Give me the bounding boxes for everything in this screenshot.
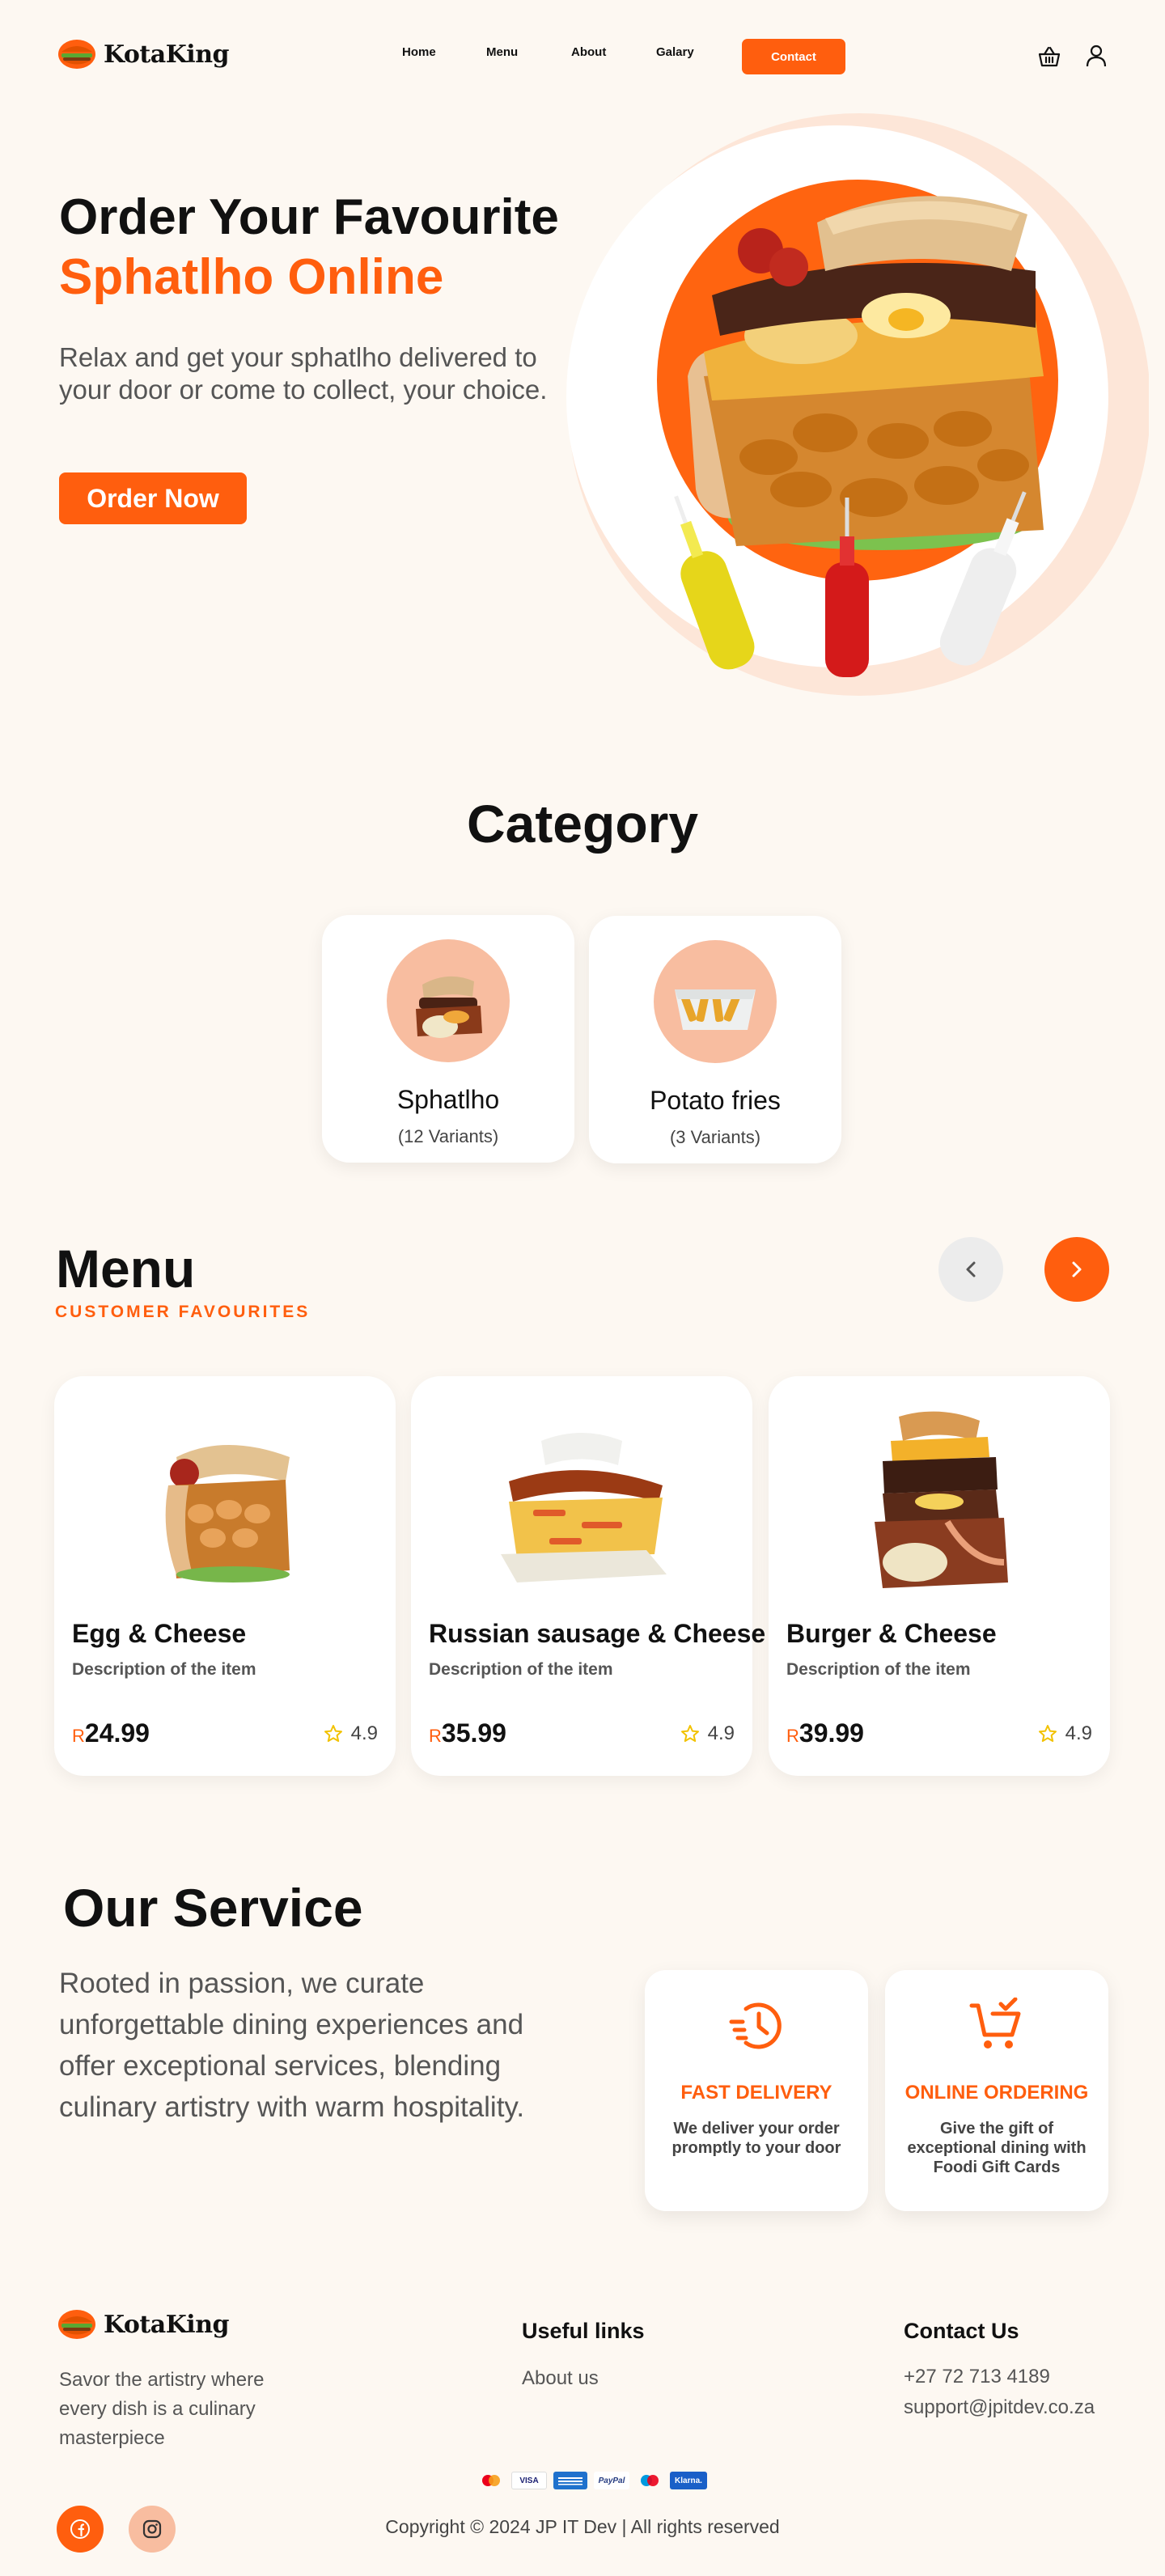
category-count: (3 Variants): [669, 1127, 761, 1147]
category-card-potato-fries[interactable]: Potato fries (3 Variants): [589, 916, 841, 1163]
nav-galary[interactable]: Galary: [656, 45, 694, 59]
currency-symbol: R: [786, 1726, 799, 1746]
menu-item-image: [54, 1376, 396, 1619]
contact-phone[interactable]: +27 72 713 4189: [904, 2366, 1050, 2388]
contact-button[interactable]: Contact: [742, 39, 845, 74]
contact-title: Contact Us: [904, 2319, 1019, 2343]
star-icon: [1038, 1724, 1057, 1742]
cart-check-icon: [969, 1998, 1021, 2049]
paypal-icon: PayPal: [594, 2472, 629, 2489]
brand-name: KotaKing: [104, 2310, 229, 2339]
brand-logo[interactable]: KotaKing: [57, 37, 229, 71]
currency-symbol: R: [72, 1726, 85, 1746]
hero-title-line2: Sphatlho Online: [59, 249, 444, 305]
burger-logo-icon: [58, 2310, 95, 2339]
rating-value: 4.9: [707, 1722, 735, 1744]
service-text: Rooted in passion, we curate unforgettab…: [59, 1968, 525, 2123]
menu-item-rating: 4.9: [324, 1722, 378, 1745]
service-card-description: We deliver your order promptly to your d…: [671, 2120, 841, 2157]
burger-logo-icon: [58, 40, 95, 69]
category-name: Sphatlho: [396, 1085, 500, 1114]
menu-item-image: [411, 1376, 752, 1619]
menu-item-name: Egg & Cheese: [72, 1619, 247, 1648]
payment-methods: VISA PayPal Klarna.: [477, 2472, 707, 2489]
menu-item-description: Description of the item: [429, 1660, 613, 1679]
star-icon: [324, 1724, 342, 1742]
category-image-fries: [654, 940, 777, 1063]
price-value: 35.99: [441, 1718, 506, 1748]
menu-item-rating: 4.9: [1038, 1722, 1092, 1745]
menu-item-price: R39.99: [786, 1718, 864, 1748]
brand-name: KotaKing: [104, 40, 229, 69]
nav-menu[interactable]: Menu: [486, 45, 518, 59]
menu-prev-button[interactable]: [938, 1237, 1003, 1302]
copyright-text: Copyright © 2024 JP IT Dev | All rights …: [385, 2516, 780, 2537]
price-value: 39.99: [799, 1718, 864, 1748]
service-card-title: ONLINE ORDERING: [904, 2082, 1089, 2104]
service-card-title: FAST DELIVERY: [680, 2082, 832, 2104]
footer-logo[interactable]: KotaKing: [57, 2307, 229, 2341]
contact-email[interactable]: support@jpitdev.co.za: [904, 2396, 1095, 2419]
category-title: Category: [466, 794, 699, 854]
hero-title-line1: Order Your Favourite: [59, 189, 559, 245]
category-card-sphatlho[interactable]: Sphatlho (12 Variants): [322, 915, 574, 1163]
menu-title: Menu: [56, 1239, 196, 1299]
hero-title: Order Your Favourite Sphatlho Online: [59, 188, 625, 307]
hero-subtitle: Relax and get your sphatlho delivered to…: [59, 342, 548, 405]
category-count: (12 Variants): [397, 1126, 499, 1146]
menu-subtitle: CUSTOMER FAVOURITES: [55, 1303, 311, 1321]
clock-delivery-icon: [729, 2002, 782, 2049]
klarna-icon: Klarna.: [670, 2472, 707, 2489]
rating-value: 4.9: [1065, 1722, 1092, 1744]
category-name: Potato fries: [650, 1086, 781, 1115]
user-icon[interactable]: [1082, 42, 1110, 70]
footer-tagline: Savor the artistry where every dish is a…: [59, 2369, 265, 2449]
visa-icon: VISA: [511, 2472, 547, 2489]
menu-card[interactable]: Burger & Cheese Description of the item …: [769, 1376, 1110, 1776]
service-card-ordering: ONLINE ORDERING Give the gift of excepti…: [885, 1970, 1108, 2211]
hero-food-image: [566, 113, 1149, 696]
menu-item-price: R24.99: [72, 1718, 150, 1748]
price-value: 24.99: [84, 1718, 150, 1748]
mastercard-icon: [477, 2472, 505, 2489]
menu-card[interactable]: Russian sausage & Cheese Description of …: [411, 1376, 766, 1776]
star-icon: [680, 1724, 699, 1742]
menu-item-image: [769, 1376, 1110, 1619]
order-now-button[interactable]: Order Now: [59, 472, 247, 524]
currency-symbol: R: [429, 1726, 442, 1746]
service-card-delivery: FAST DELIVERY We deliver your order prom…: [645, 1970, 868, 2211]
service-card-description: Give the gift of exceptional dining with…: [907, 2120, 1087, 2176]
menu-item-price: R35.99: [429, 1718, 506, 1748]
nav-home[interactable]: Home: [402, 45, 436, 59]
category-image-sphatlho: [387, 939, 510, 1062]
menu-item-description: Description of the item: [72, 1660, 256, 1679]
chevron-left-icon: [966, 1261, 976, 1277]
useful-links-title: Useful links: [522, 2319, 645, 2343]
menu-next-button[interactable]: [1044, 1237, 1109, 1302]
amex-icon: [553, 2472, 587, 2489]
basket-icon[interactable]: [1036, 43, 1063, 70]
chevron-right-icon: [1072, 1261, 1082, 1277]
rating-value: 4.9: [350, 1722, 378, 1744]
menu-item-name: Russian sausage & Cheese: [429, 1619, 766, 1648]
nav-about[interactable]: About: [571, 45, 606, 59]
maestro-icon: [636, 2472, 663, 2489]
footer-link-about[interactable]: About us: [522, 2367, 599, 2390]
menu-item-name: Burger & Cheese: [786, 1619, 997, 1648]
menu-item-rating: 4.9: [680, 1722, 735, 1745]
menu-card[interactable]: Egg & Cheese Description of the item R24…: [54, 1376, 396, 1776]
service-title: Our Service: [63, 1878, 363, 1938]
menu-item-description: Description of the item: [786, 1660, 971, 1679]
